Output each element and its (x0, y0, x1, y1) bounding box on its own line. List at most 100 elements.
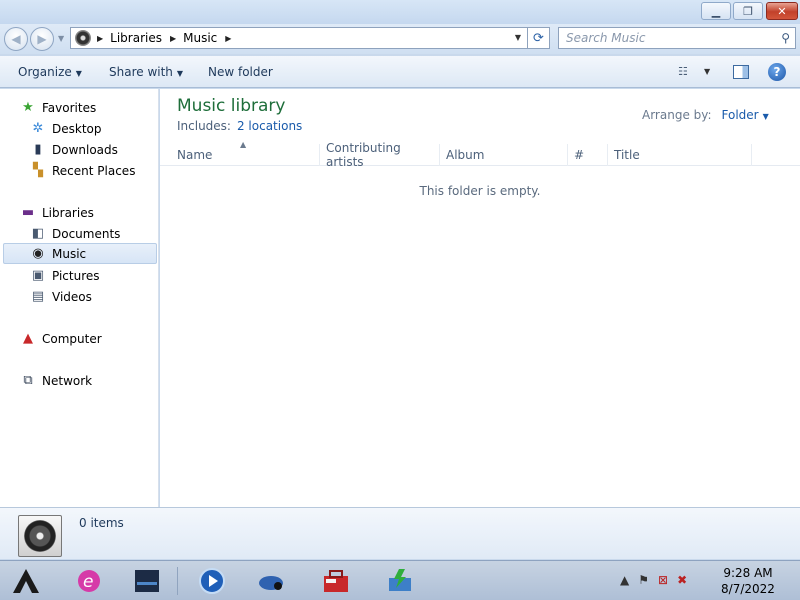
arrange-by-dropdown[interactable]: Folder (722, 108, 759, 122)
column-title[interactable]: Title (608, 144, 752, 166)
breadcrumb-music[interactable]: Music (183, 31, 217, 45)
downloads-icon: ▮ (34, 142, 42, 157)
svg-text:e: e (83, 572, 93, 592)
nav-computer[interactable]: ▲ Computer (20, 328, 102, 349)
taskbar-network-app[interactable] (255, 565, 287, 597)
pictures-icon: ▣ (31, 268, 45, 283)
nav-downloads-label: Downloads (52, 142, 118, 157)
refresh-button[interactable]: ⟳ (528, 27, 550, 49)
change-view-icon[interactable]: ☷ (678, 65, 688, 78)
taskbar-toolbox[interactable] (320, 565, 352, 597)
browser-e-icon: e (78, 570, 100, 592)
start-logo-icon (13, 569, 39, 593)
column-header-row: ▲ Name Contributing artists Album # Titl… (160, 140, 800, 169)
nav-videos[interactable]: ▤ Videos (30, 286, 92, 307)
nav-downloads[interactable]: ▮ Downloads (30, 139, 118, 160)
new-folder-label: New folder (208, 65, 273, 79)
nav-favorites-label: Favorites (42, 100, 97, 115)
clock-time: 9:28 AM (723, 566, 773, 580)
arrange-by-label: Arrange by: (642, 108, 712, 122)
includes-label: Includes: (177, 119, 231, 133)
nav-desktop-label: Desktop (52, 121, 102, 136)
taskbar-sync-app[interactable] (384, 565, 416, 597)
start-button[interactable] (10, 565, 42, 597)
nav-documents[interactable]: ◧ Documents (30, 223, 121, 244)
view-options-dropdown[interactable]: ▼ (704, 67, 710, 76)
breadcrumb-separator-icon[interactable]: ▶ (225, 34, 231, 43)
column-track-number[interactable]: # (568, 144, 608, 166)
share-with-button[interactable]: Share with ▼ (109, 65, 183, 79)
breadcrumb-separator-icon[interactable]: ▶ (170, 34, 176, 43)
nav-recent-places[interactable]: ▚ Recent Places (30, 160, 135, 181)
address-bar[interactable]: ▶ Libraries ▶ Music ▶ ▼ (70, 27, 528, 49)
nav-favorites[interactable]: ★ Favorites (20, 97, 96, 118)
volume-muted-icon[interactable]: ✖ (677, 573, 687, 587)
back-button[interactable]: ◀ (4, 27, 28, 51)
organize-label: Organize (18, 65, 72, 79)
music-library-icon (75, 30, 91, 46)
nav-network[interactable]: ⧉ Network (20, 370, 92, 391)
nav-libraries[interactable]: ▬ Libraries (20, 202, 94, 223)
help-icon[interactable]: ? (768, 63, 786, 81)
organize-button[interactable]: Organize ▼ (18, 65, 82, 79)
nav-recent-places-label: Recent Places (52, 163, 136, 178)
forward-arrow-icon: ▶ (37, 32, 47, 46)
taskbar-ie[interactable]: e (73, 565, 105, 597)
search-input[interactable]: Search Music ⚲ (558, 27, 796, 49)
taskbar-media-player[interactable] (196, 565, 228, 597)
address-history-dropdown[interactable]: ▼ (515, 33, 521, 42)
chevron-down-icon: ▼ (176, 69, 184, 78)
minimize-button[interactable]: ▁ (701, 2, 731, 20)
nav-documents-label: Documents (52, 226, 121, 241)
restore-button[interactable]: ❐ (733, 2, 763, 20)
back-arrow-icon: ◀ (11, 32, 21, 46)
nav-desktop[interactable]: ✲ Desktop (30, 118, 102, 139)
nav-computer-label: Computer (42, 331, 102, 346)
recent-places-icon: ▚ (33, 163, 43, 178)
favorites-star-icon: ★ (22, 100, 34, 115)
documents-icon: ◧ (31, 226, 45, 241)
new-folder-button[interactable]: New folder (208, 65, 273, 79)
column-contributing-artists[interactable]: Contributing artists (320, 141, 440, 169)
action-center-flag-icon[interactable]: ⚑ (638, 573, 649, 587)
taskbar-explorer[interactable] (131, 565, 163, 597)
system-clock[interactable]: 9:28 AM 8/7/2022 (718, 565, 778, 597)
search-icon: ⚲ (781, 31, 790, 45)
empty-folder-message: This folder is empty. (419, 184, 541, 198)
nav-music[interactable]: ◉ Music (3, 243, 157, 264)
network-status-icon[interactable]: ⊠ (658, 573, 668, 587)
show-hidden-icons-icon[interactable]: ▲ (620, 573, 629, 587)
includes-locations-link[interactable]: 2 locations (237, 119, 302, 133)
preview-pane-icon[interactable] (733, 65, 749, 79)
arrange-by: Arrange by: Folder ▼ (642, 108, 769, 122)
desktop-icon: ✲ (32, 121, 44, 136)
column-name[interactable]: Name (171, 144, 320, 166)
libraries-icon: ▬ (21, 205, 35, 220)
restore-icon: ❐ (743, 4, 753, 18)
column-album[interactable]: Album (440, 144, 568, 166)
recent-pages-dropdown[interactable]: ▼ (58, 34, 64, 43)
close-button[interactable]: ✕ (766, 2, 798, 20)
nav-pictures[interactable]: ▣ Pictures (30, 265, 100, 286)
cd-disc-icon (24, 520, 56, 552)
network-icon: ⧉ (23, 373, 33, 388)
toolbox-icon (324, 570, 348, 592)
music-icon: ◉ (32, 246, 44, 261)
library-title: Music library (177, 96, 286, 116)
nav-videos-label: Videos (52, 289, 92, 304)
nav-pictures-label: Pictures (52, 268, 100, 283)
clock-date: 8/7/2022 (721, 582, 775, 596)
folder-app-icon (135, 570, 159, 592)
share-with-label: Share with (109, 65, 173, 79)
breadcrumb-libraries[interactable]: Libraries (110, 31, 162, 45)
search-placeholder: Search Music (566, 31, 646, 45)
green-sync-icon (389, 569, 411, 591)
forward-button[interactable]: ▶ (30, 27, 54, 51)
chevron-down-icon[interactable]: ▼ (763, 112, 769, 121)
refresh-icon: ⟳ (533, 30, 544, 46)
nav-libraries-label: Libraries (42, 205, 94, 220)
library-includes: Includes: 2 locations (177, 119, 302, 133)
blue-gear-icon (259, 576, 283, 590)
breadcrumb-separator-icon[interactable]: ▶ (97, 34, 103, 43)
item-count: 0 items (79, 516, 124, 530)
